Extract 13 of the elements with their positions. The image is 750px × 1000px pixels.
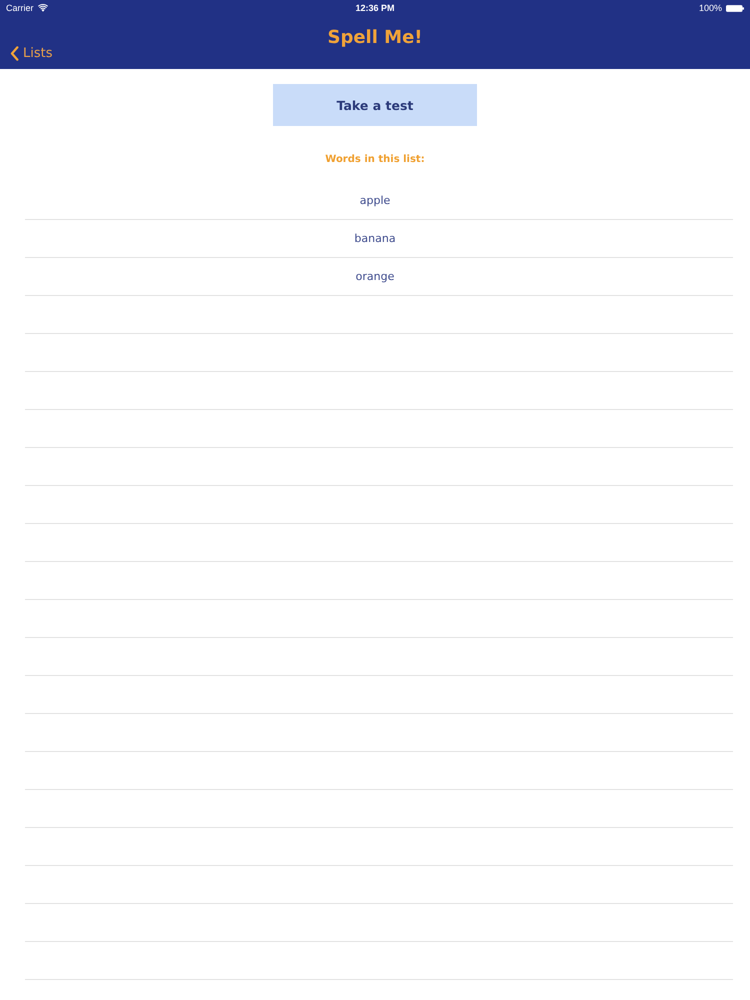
clock-time: 12:36 PM xyxy=(355,2,395,14)
take-test-button[interactable]: Take a test xyxy=(273,84,477,126)
word-item[interactable]: apple xyxy=(360,193,390,208)
carrier-label: Carrier xyxy=(6,2,34,14)
battery-icon xyxy=(726,4,744,12)
wifi-icon xyxy=(38,4,48,12)
word-item[interactable]: banana xyxy=(354,231,396,246)
battery-percent: 100% xyxy=(698,2,722,14)
back-button[interactable]: Lists xyxy=(8,44,54,63)
chevron-left-icon xyxy=(10,46,19,61)
screen-title: Spell Me! xyxy=(328,26,422,50)
word-item[interactable]: orange xyxy=(356,269,394,284)
words-heading: Words in this list: xyxy=(325,153,425,167)
